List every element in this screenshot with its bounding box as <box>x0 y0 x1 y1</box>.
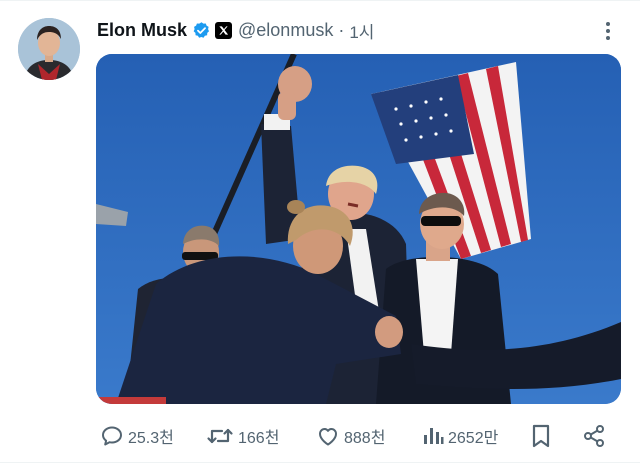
heart-icon <box>319 428 337 446</box>
share-button[interactable] <box>582 418 606 454</box>
author-display-name[interactable]: Elon Musk <box>97 20 187 41</box>
tweet-header: Elon Musk @elonmusk · 1시 <box>97 16 374 44</box>
reply-count: 25.3천 <box>128 430 174 447</box>
views-chart-icon <box>424 428 444 444</box>
tweet-timestamp[interactable]: 1시 <box>349 18 374 43</box>
more-vertical-icon[interactable] <box>600 20 616 42</box>
like-button[interactable]: 888천 <box>316 418 385 454</box>
author-avatar[interactable] <box>18 18 80 80</box>
reply-icon <box>102 426 122 446</box>
bookmark-icon <box>532 424 550 448</box>
header-separator: · <box>338 19 345 40</box>
views-button[interactable]: 2652만 <box>422 418 498 454</box>
tweet-photo[interactable] <box>96 54 621 404</box>
x-logo-icon <box>215 21 233 39</box>
bookmark-button[interactable] <box>530 418 552 454</box>
reply-button[interactable]: 25.3천 <box>100 418 174 454</box>
views-count: 2652만 <box>448 430 499 447</box>
verified-badge-icon <box>192 21 211 40</box>
top-divider <box>0 0 640 1</box>
repost-button[interactable]: 166천 <box>206 418 279 454</box>
bottom-divider <box>0 462 640 463</box>
share-icon <box>584 425 604 447</box>
repost-icon <box>207 428 233 444</box>
repost-count: 166천 <box>238 430 280 447</box>
tweet-action-bar: 25.3천 166천 888천 2652만 <box>96 418 620 454</box>
like-count: 888천 <box>344 430 386 447</box>
author-handle[interactable]: @elonmusk <box>238 20 333 41</box>
